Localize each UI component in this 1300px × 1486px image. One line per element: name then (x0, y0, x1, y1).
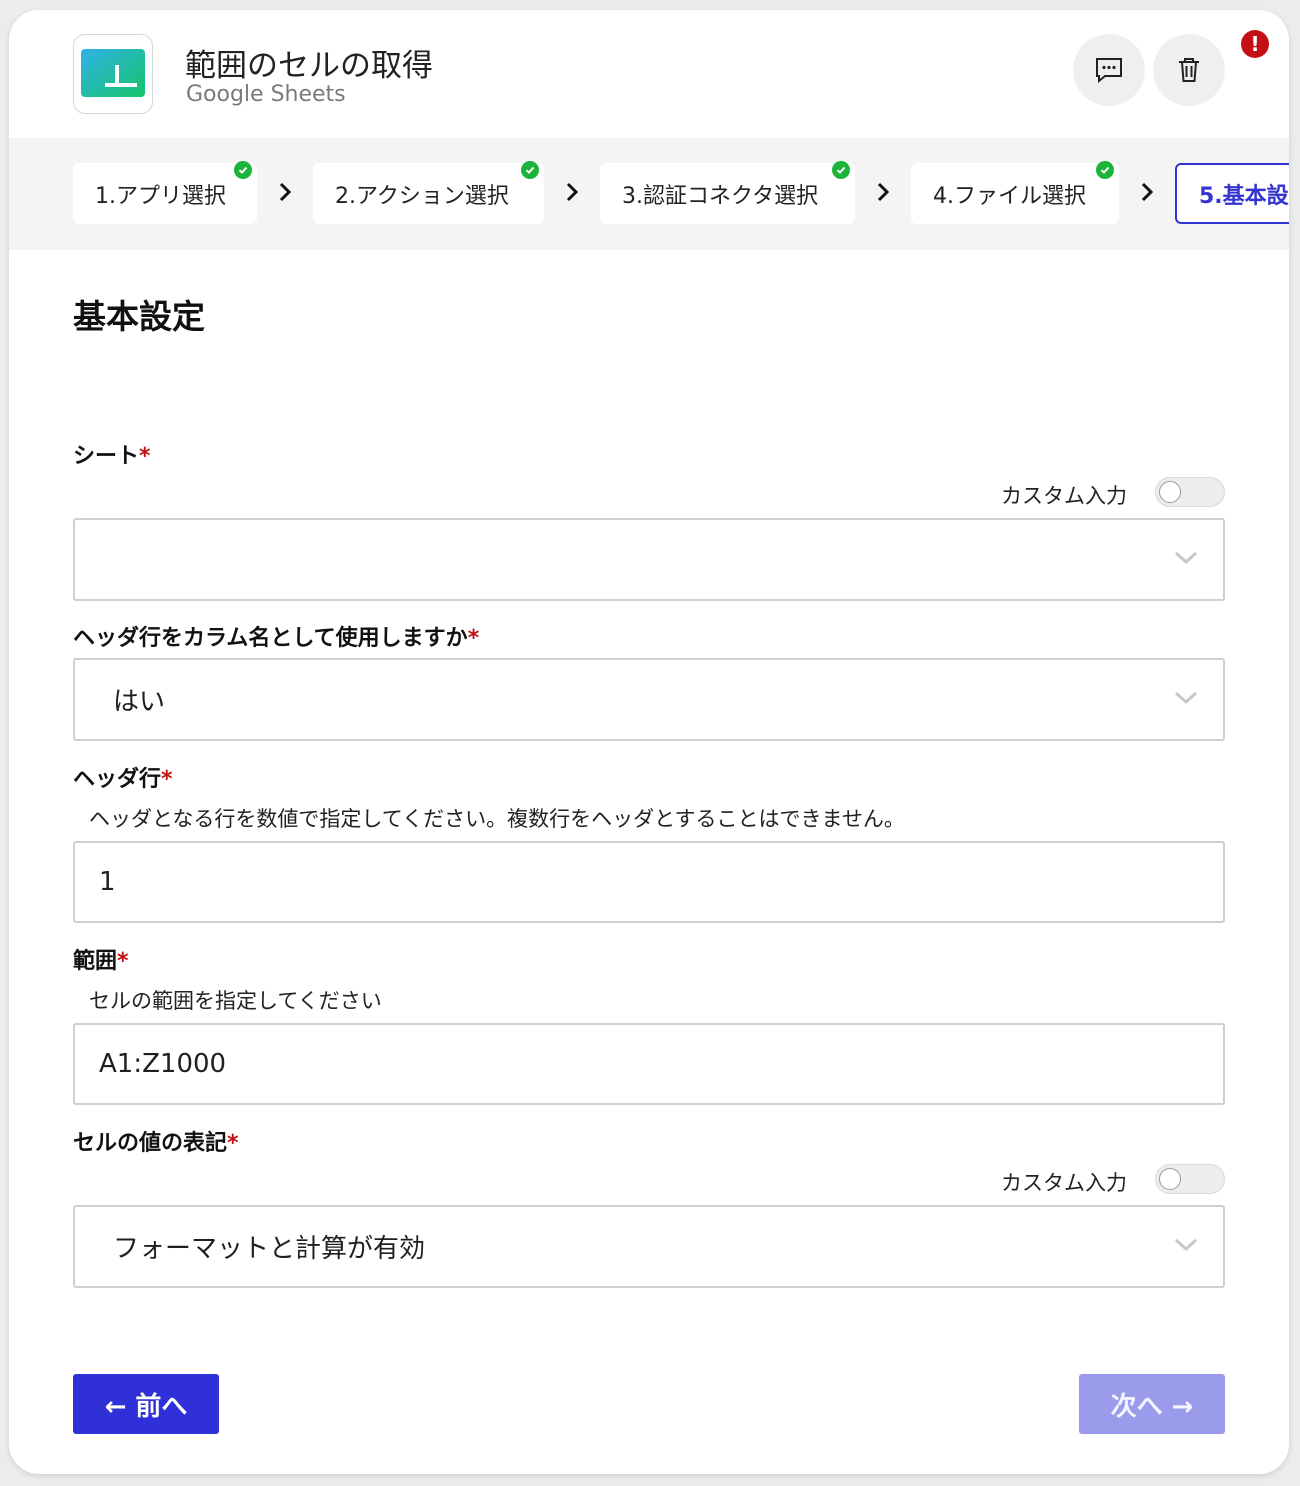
value-render-select-value: フォーマットと計算が有効 (113, 1234, 426, 1264)
chat-icon (1096, 58, 1122, 84)
trash-icon (1179, 58, 1199, 82)
sheet-select[interactable] (73, 518, 1225, 601)
range-input-value: A1:Z1000 (99, 1049, 227, 1079)
app-subtitle: Google Sheets (186, 82, 346, 107)
section-title: 基本設定 (73, 297, 205, 336)
page-title: 範囲のセルの取得 (185, 48, 433, 84)
header-row-input-value: 1 (99, 867, 116, 897)
use-header-select-value: はい (113, 687, 166, 717)
step-5-basic-settings[interactable]: 5.基本設 (1175, 163, 1289, 224)
chevron-right-icon (1141, 182, 1154, 202)
range-label: 範囲* (73, 943, 129, 975)
sheet-label: シート* (73, 438, 151, 470)
alert-badge: ! (1241, 30, 1269, 58)
next-button[interactable]: 次へ → (1079, 1374, 1225, 1434)
chevron-down-icon (1174, 691, 1198, 705)
chevron-right-icon (877, 182, 890, 202)
value-render-select[interactable]: フォーマットと計算が有効 (73, 1205, 1225, 1288)
prev-button[interactable]: ← 前へ (73, 1374, 219, 1434)
chevron-down-icon (1174, 551, 1198, 565)
header-row-help: ヘッダとなる行を数値で指定してください。複数行をヘッダとすることはできません。 (89, 807, 905, 831)
value-render-custom-input-toggle[interactable] (1155, 1164, 1225, 1194)
header-row-label: ヘッダ行* (73, 761, 173, 793)
check-icon (1096, 161, 1114, 179)
toggle-knob (1159, 481, 1181, 503)
step-1-app-select[interactable]: 1.アプリ選択 (73, 161, 257, 224)
step-label: 3.認証コネクタ選択 (622, 183, 819, 209)
modal-card: 範囲のセルの取得 Google Sheets ! 1.アプリ選択 2.アクション… (9, 10, 1289, 1474)
sheet-custom-input-label: カスタム入力 (1001, 484, 1127, 508)
use-header-label: ヘッダ行をカラム名として使用しますか* (73, 620, 479, 652)
check-icon (234, 161, 252, 179)
step-label: 1.アプリ選択 (95, 183, 226, 209)
use-header-select[interactable]: はい (73, 658, 1225, 741)
check-icon (832, 161, 850, 179)
header: 範囲のセルの取得 Google Sheets ! (9, 10, 1289, 138)
value-render-label-text: セルの値の表記 (73, 1131, 228, 1156)
step-label: 2.アクション選択 (335, 183, 509, 209)
step-navigation: 1.アプリ選択 2.アクション選択 3.認証コネクタ選択 4.ファイル選択 5.… (9, 138, 1289, 250)
chevron-right-icon (279, 182, 292, 202)
google-sheets-logo (73, 34, 153, 114)
chat-button[interactable] (1073, 34, 1145, 106)
value-render-custom-input-label: カスタム入力 (1001, 1171, 1127, 1195)
step-3-connector-select[interactable]: 3.認証コネクタ選択 (600, 161, 855, 224)
range-help: セルの範囲を指定してください (89, 989, 382, 1013)
step-label: 4.ファイル選択 (933, 183, 1086, 209)
use-header-label-text: ヘッダ行をカラム名として使用しますか (73, 626, 468, 651)
required-mark: * (139, 444, 151, 469)
header-row-input[interactable]: 1 (73, 841, 1225, 923)
toggle-knob (1159, 1168, 1181, 1190)
value-render-label: セルの値の表記* (73, 1125, 239, 1157)
step-label: 5.基本設 (1199, 183, 1289, 209)
delete-button[interactable] (1153, 34, 1225, 106)
header-row-label-text: ヘッダ行 (73, 767, 162, 792)
sheet-label-text: シート (73, 444, 140, 469)
step-4-file-select[interactable]: 4.ファイル選択 (911, 161, 1119, 224)
step-2-action-select[interactable]: 2.アクション選択 (313, 161, 544, 224)
range-label-text: 範囲 (73, 949, 118, 974)
required-mark: * (467, 626, 480, 651)
chevron-down-icon (1174, 1238, 1198, 1252)
chevron-right-icon (566, 182, 579, 202)
check-icon (521, 161, 539, 179)
range-input[interactable]: A1:Z1000 (73, 1023, 1225, 1105)
required-mark: * (117, 949, 129, 974)
required-mark: * (227, 1131, 239, 1156)
required-mark: * (161, 767, 173, 792)
sheet-custom-input-toggle[interactable] (1155, 477, 1225, 507)
